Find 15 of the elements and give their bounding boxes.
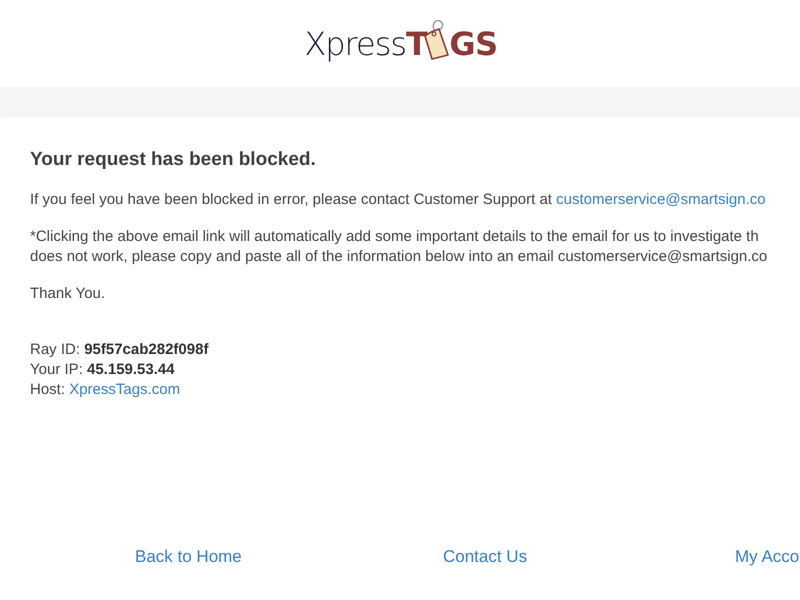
thanks-text: Thank You. — [30, 284, 106, 304]
logo-text: Xpress — [304, 28, 406, 60]
logo-text: T — [406, 28, 428, 60]
email-link[interactable]: customerservice@smartsign.co — [556, 191, 766, 208]
footer-link[interactable]: Contact Us — [443, 545, 528, 569]
footer-link[interactable]: Back to Home — [135, 545, 242, 569]
detail-line: Host: XpressTags.com — [30, 380, 182, 400]
note-message: *Clicking the above email link will automatically add some important details to the email for us to investigate th does not work, please copy and paste all of the information below into an email customerservice@smartsign.co — [30, 227, 768, 267]
page-title: Your request has been blocked. — [30, 148, 317, 172]
detail-line: Ray ID: 95f57cab282f098f — [30, 340, 210, 360]
detail-line: Your IP: 45.159.53.44 — [30, 360, 176, 380]
logo-text: GS — [449, 28, 498, 60]
host-link[interactable]: XpressTags.com — [69, 381, 180, 398]
footer-link[interactable]: My Acco — [735, 545, 800, 569]
contact-message: If you feel you have been blocked in error, please contact Customer Support at customerservice@smartsign.co — [30, 190, 767, 210]
